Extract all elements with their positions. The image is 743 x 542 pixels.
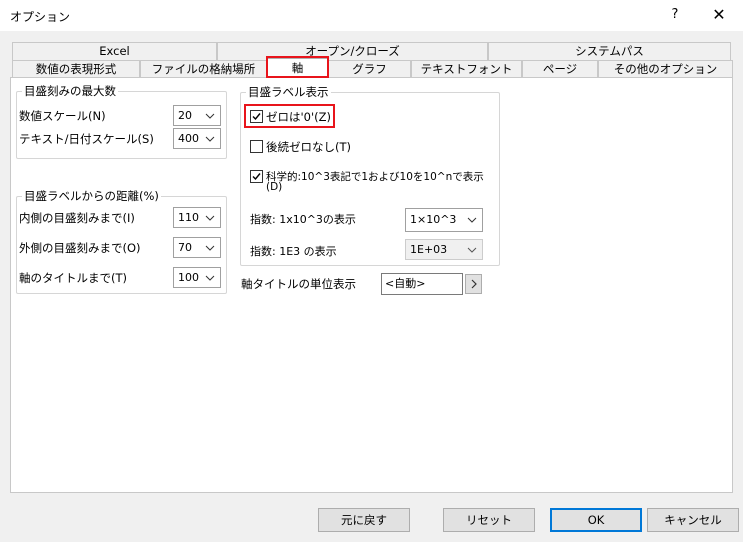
exp-1e3-combo[interactable]: 1E+03 [405,239,483,260]
text-date-scale-value: 400 [178,132,199,145]
exp-1x10-value: 1×10^3 [410,213,457,226]
chevron-down-icon [205,215,215,221]
scientific-label[interactable]: 科学的:10^3表記で1および10を10^nで表示 [266,169,484,184]
checkmark-icon [252,173,261,181]
tab-system-path[interactable]: システムパス [488,42,731,60]
window-title: オプション [10,10,71,24]
tab-number-format[interactable]: 数値の表現形式 [12,60,140,78]
numeric-scale-label: 数値スケール(N) [19,109,106,123]
axis-unit-arrow-button[interactable] [465,274,482,294]
zero-as-0-checkbox[interactable] [250,110,263,123]
chevron-down-icon [467,217,477,223]
numeric-scale-combo[interactable]: 20 [173,105,221,126]
distance-title: 目盛ラベルからの距離(%) [22,188,161,204]
revert-button[interactable]: 元に戻す [318,508,410,532]
text-date-scale-label: テキスト/日付スケール(S) [19,132,154,146]
inner-tick-value: 110 [178,211,199,224]
title-bar [0,0,743,31]
numeric-scale-value: 20 [178,109,192,122]
axis-unit-label: 軸タイトルの単位表示 [241,277,356,291]
tab-page[interactable]: ページ [522,60,598,78]
chevron-down-icon [205,113,215,119]
exp-1x10-combo[interactable]: 1×10^3 [405,208,483,232]
outer-tick-value: 70 [178,241,192,254]
axis-unit-field[interactable]: <自動> [381,273,463,295]
tab-excel[interactable]: Excel [12,42,217,60]
axis-title-distance-combo[interactable]: 100 [173,267,221,288]
text-date-scale-combo[interactable]: 400 [173,128,221,149]
inner-tick-combo[interactable]: 110 [173,207,221,228]
chevron-right-icon [471,279,477,289]
tab-axis[interactable]: 軸 [267,58,328,78]
chevron-down-icon [205,245,215,251]
tab-other-options[interactable]: その他のオプション [598,60,733,78]
max-ticks-title: 目盛刻みの最大数 [22,83,118,99]
chevron-down-icon [205,136,215,142]
outer-tick-label: 外側の目盛刻みまで(O) [19,241,141,255]
cancel-button[interactable]: キャンセル [647,508,739,532]
help-button[interactable]: ? [664,4,686,26]
chevron-down-icon [205,275,215,281]
exp-1e3-label: 指数: 1E3 の表示 [250,245,337,258]
reset-button[interactable]: リセット [443,508,535,532]
tab-file-locations[interactable]: ファイルの格納場所 [140,60,267,78]
axis-title-distance-label: 軸のタイトルまで(T) [19,271,127,285]
close-icon[interactable]: ✕ [706,4,732,26]
chevron-down-icon [467,247,477,253]
no-trailing-zero-label[interactable]: 後続ゼロなし(T) [266,139,351,155]
zero-as-0-label[interactable]: ゼロは'0'(Z) [266,109,331,125]
exp-1e3-value: 1E+03 [410,243,448,256]
tab-open-close[interactable]: オープン/クローズ [217,42,488,60]
axis-title-distance-value: 100 [178,271,199,284]
exp-1x10-label: 指数: 1x10^3の表示 [250,213,356,226]
scientific-checkbox[interactable] [250,170,263,183]
ok-button[interactable]: OK [550,508,642,532]
tick-label-display-title: 目盛ラベル表示 [246,84,331,100]
scientific-label-shortcut[interactable]: (D) [266,181,282,193]
inner-tick-label: 内側の目盛刻みまで(I) [19,211,135,225]
no-trailing-zero-checkbox[interactable] [250,140,263,153]
outer-tick-combo[interactable]: 70 [173,237,221,258]
checkmark-icon [252,113,261,121]
tab-graph[interactable]: グラフ [328,60,411,78]
tab-text-font[interactable]: テキストフォント [411,60,522,78]
